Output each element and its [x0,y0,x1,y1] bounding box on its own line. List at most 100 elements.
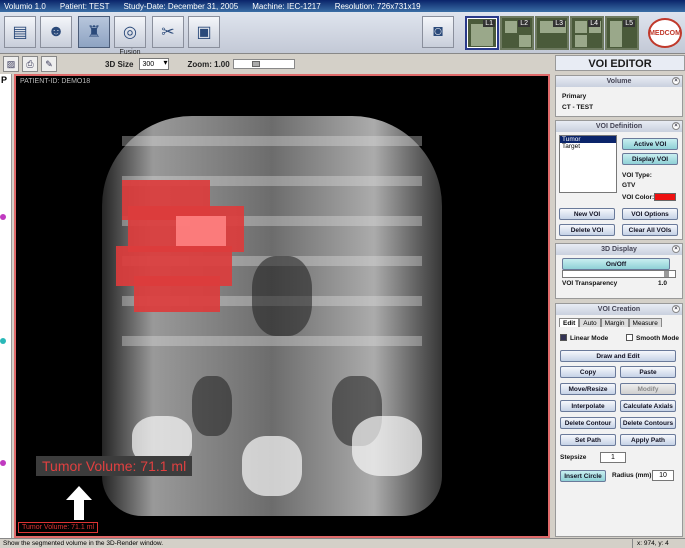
smooth-mode-checkbox[interactable] [626,334,633,341]
layout-2-button[interactable]: L2 [500,16,534,50]
up-arrow-icon [66,486,92,520]
tumor-volume-box: Tumor Volume: 71.1 ml [18,522,99,533]
patient-file-button[interactable]: ▤ [4,16,36,48]
modify-button[interactable]: Modify [620,383,676,395]
clear-all-vois-button[interactable]: Clear All VOIs [622,224,678,236]
linear-mode-checkbox[interactable] [560,334,567,341]
smooth-mode-label: Smooth Mode [636,335,679,342]
layout-5-label: L5 [623,20,635,27]
voi-definition-panel: VOI Definition × Tumor Target Active VOI … [555,120,683,240]
delete-contours-button[interactable]: Delete Contours [620,417,676,429]
voi-list[interactable]: Tumor Target [559,135,617,193]
zoom-slider[interactable] [232,59,295,69]
status-bar: Show the segmented volume in the 3D-Rend… [0,538,685,548]
stepsize-input[interactable]: 1 [600,452,626,463]
pen-icon: ✎ [45,58,53,69]
voi-editor-title: VOI EDITOR [555,55,685,71]
layout-3-label: L3 [553,20,565,27]
view-toolbar: ▨ ⎙ ✎ 3D Size 300 Zoom: 1.00 [0,55,553,73]
apply-path-button[interactable]: Apply Path [620,434,676,446]
machine-info: Machine: IEC-1217 [252,1,321,11]
medcom-logo: MEDCOM [648,18,682,48]
display-onoff-button[interactable]: On/Off [562,258,670,270]
transparency-value: 1.0 [658,280,668,287]
transparency-slider[interactable] [562,270,676,278]
main-toolbar: ▤ ☻ ♜ ◎ Fusion ✂ ▣ ◙ L1 L2 L3 L4 L5 MEDC… [0,12,685,56]
camera-button[interactable]: ◙ [422,16,454,48]
voi-creation-panel: VOI Creation × Edit Auto Margin Measure L… [555,303,683,537]
delete-contour-button[interactable]: Delete Contour [560,417,616,429]
tab-edit[interactable]: Edit [559,318,580,327]
transparency-label: VOI Transparency [562,280,618,287]
voi-color-label: VOI Color: [622,194,655,201]
ruler-letter: P [1,75,8,85]
status-message: Show the segmented volume in the 3D-Rend… [3,540,164,547]
3d-size-select[interactable]: 300 [139,58,170,70]
move-resize-button[interactable]: Move/Resize [560,383,616,395]
stepsize-label: Stepsize [560,454,587,461]
layout-4-label: L4 [588,20,600,27]
active-voi-button[interactable]: Active VOI [622,138,678,150]
primary-value: CT - TEST [562,104,594,111]
view-icon: ▨ [6,58,16,69]
voi-creation-header: VOI Creation [597,306,641,313]
fusion-button[interactable]: ◎ Fusion [114,16,146,56]
layout-4-button[interactable]: L4 [570,16,604,50]
voi-color-swatch[interactable] [654,193,676,201]
camera-icon: ◙ [433,23,443,40]
app-title: Volumio 1.0 [4,1,46,11]
voi-type-value: GTV [622,182,636,189]
paste-button[interactable]: Paste [620,366,676,378]
collapse-icon[interactable]: × [672,77,680,85]
interpolate-button[interactable]: Interpolate [560,400,616,412]
volume-header: Volume [606,78,632,85]
voi-options-button[interactable]: VOI Options [622,208,678,220]
creation-tabs: Edit Auto Margin Measure [559,318,662,327]
layout-5-button[interactable]: L5 [605,16,639,50]
ruler-marker-magenta[interactable] [0,214,6,220]
render-3d-viewport[interactable]: PATIENT-ID: DEMO18 Tumor Volume: 71.1 ml… [14,74,550,538]
insert-circle-button[interactable]: Insert Circle [560,470,606,482]
calculate-axials-button[interactable]: Calculate Axials [620,400,676,412]
view-mode-button[interactable]: ▨ [3,56,19,72]
display-voi-button[interactable]: Display VOI [622,153,678,165]
voi-definition-header: VOI Definition [595,123,643,130]
layout-2-label: L2 [518,20,530,27]
3d-head-button[interactable]: ☻ [40,16,72,48]
patient-file-icon: ▤ [12,24,28,41]
set-path-button[interactable]: Set Path [560,434,616,446]
tab-auto[interactable]: Auto [579,318,601,327]
study-date: Study-Date: December 31, 2005 [123,1,239,11]
radius-input[interactable]: 10 [652,470,674,481]
draw-and-edit-button[interactable]: Draw and Edit [560,350,676,362]
ruler-marker-magenta-2[interactable] [0,460,6,466]
patient-id: PATIENT-ID: DEMO18 [20,78,91,85]
collapse-icon[interactable]: × [672,122,680,130]
scissors-button[interactable]: ✂ [152,16,184,48]
monitor-button[interactable]: ▣ [188,16,220,48]
linear-mode-label: Linear Mode [570,335,609,342]
collapse-icon[interactable]: × [672,245,680,253]
copy-button[interactable]: Copy [560,366,616,378]
voi-editor-panel: VOI EDITOR Volume × Primary CT - TEST VOI… [555,55,685,538]
primary-label: Primary [562,93,587,100]
layout-1-button[interactable]: L1 [465,16,499,50]
resolution-info: Resolution: 726x731x19 [334,1,421,11]
voi-list-item[interactable]: Target [560,143,616,150]
voi-type-label: VOI Type: [622,172,652,179]
left-ruler: P [0,74,12,538]
radius-label: Radius (mm) [612,472,652,479]
scissors-icon: ✂ [161,24,175,41]
pen-button[interactable]: ✎ [41,56,57,72]
tab-measure[interactable]: Measure [628,318,662,327]
chest-volume-button[interactable]: ♜ [78,16,110,48]
new-voi-button[interactable]: New VOI [559,208,615,220]
tab-margin[interactable]: Margin [600,318,629,327]
delete-voi-button[interactable]: Delete VOI [559,224,615,236]
ruler-marker-cyan[interactable] [0,338,6,344]
collapse-icon[interactable]: × [672,305,680,313]
3d-display-panel: 3D Display × On/Off VOI Transparency 1.0 [555,243,683,299]
voi-list-item[interactable]: Tumor [560,136,616,143]
print-button[interactable]: ⎙ [22,56,38,72]
layout-3-button[interactable]: L3 [535,16,569,50]
